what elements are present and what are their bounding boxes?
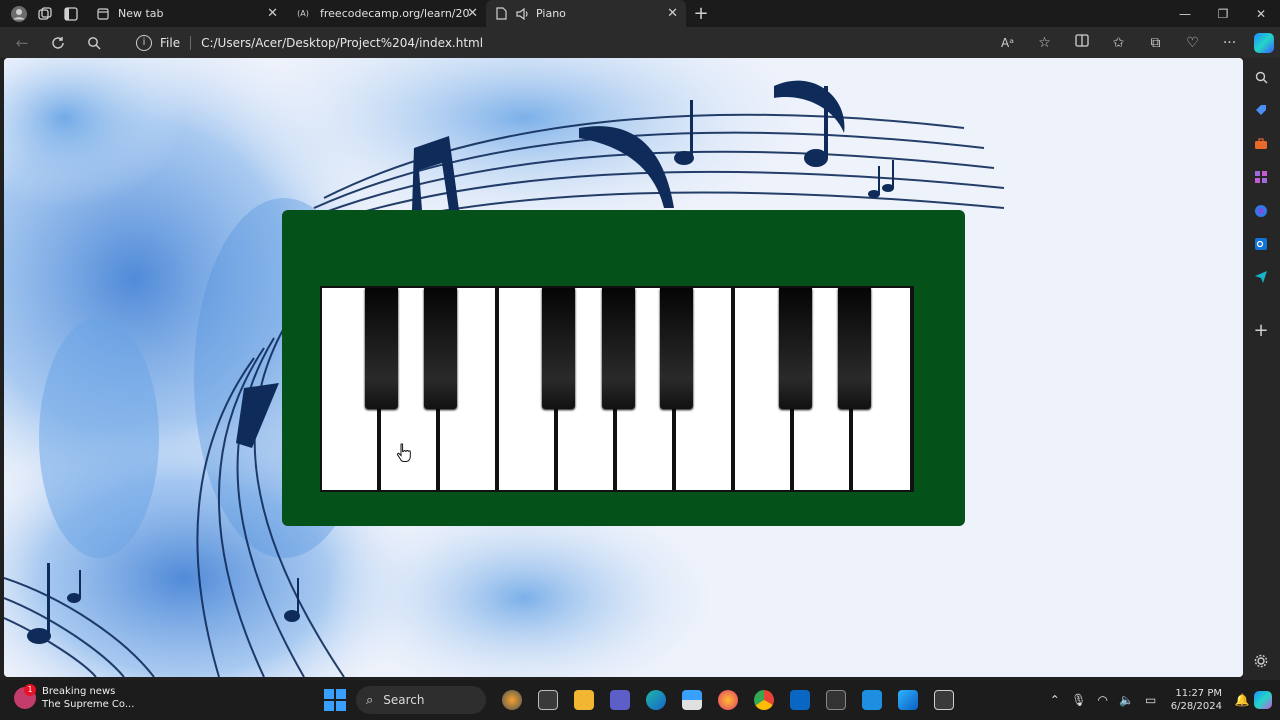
toolbar-actions: Aᵃ ☆ ✩ ⧉ ♡ ··· xyxy=(989,27,1274,58)
black-key[interactable] xyxy=(602,288,635,409)
black-key[interactable] xyxy=(424,288,457,409)
date: 6/28/2024 xyxy=(1170,701,1222,712)
news-title: Breaking news xyxy=(42,686,116,697)
add-icon[interactable]: + xyxy=(1252,320,1270,341)
taskbar: 1 Breaking news The Supreme Co... ⌕ Sear… xyxy=(0,680,1280,720)
microphone-icon[interactable]: 🎙 xyxy=(1067,693,1091,707)
linkedin-icon[interactable] xyxy=(782,685,818,715)
refresh-icon[interactable] xyxy=(40,27,76,58)
photos-icon[interactable] xyxy=(890,685,926,715)
back-icon[interactable]: ← xyxy=(4,27,40,58)
favorite-star-icon[interactable]: ☆ xyxy=(1026,35,1063,51)
new-tab-icon[interactable]: + xyxy=(686,3,716,24)
tools-briefcase-icon[interactable] xyxy=(1252,135,1270,153)
copilot-taskbar-icon[interactable] xyxy=(1254,691,1272,709)
tab-new-tab[interactable]: New tab ✕ xyxy=(88,0,286,27)
black-key[interactable] xyxy=(365,288,398,409)
browser-window: New tab ✕ (A) freecodecamp.org/learn/202… xyxy=(0,0,1280,720)
wifi-icon[interactable]: ◠ xyxy=(1091,693,1115,707)
news-subtitle: The Supreme Co... xyxy=(42,699,135,710)
taskbar-search[interactable]: ⌕ Search xyxy=(356,686,486,714)
page-viewport xyxy=(4,58,1243,677)
copilot-sidebar-icon[interactable] xyxy=(1252,202,1270,220)
black-key[interactable] xyxy=(660,288,693,409)
edge-browser-icon[interactable] xyxy=(638,685,674,715)
terminal-icon[interactable] xyxy=(818,685,854,715)
windows-start-icon[interactable] xyxy=(324,689,346,711)
search-icon: ⌕ xyxy=(366,692,374,708)
vscode-icon[interactable] xyxy=(854,685,890,715)
speaker-icon[interactable] xyxy=(516,7,530,21)
tab-label: New tab xyxy=(118,7,164,20)
store-icon[interactable] xyxy=(674,685,710,715)
freecodecamp-icon: (A) xyxy=(297,9,309,18)
hand-cursor-icon xyxy=(396,443,411,462)
address-bar[interactable]: i File C:/Users/Acer/Desktop/Project%204… xyxy=(124,30,994,55)
divider xyxy=(190,35,192,50)
firefox-icon[interactable] xyxy=(710,685,746,715)
time: 11:27 PM xyxy=(1175,688,1222,699)
task-view-icon[interactable] xyxy=(530,685,566,715)
restore-icon[interactable]: ❐ xyxy=(1204,0,1242,27)
search-icon[interactable] xyxy=(76,27,112,58)
search-icon[interactable] xyxy=(1252,68,1270,86)
system-tray: ⌃ 🎙 ◠ 🔈 ▭ 11:27 PM 6/28/2024 🔔 xyxy=(1043,680,1272,720)
outlook-icon[interactable] xyxy=(1252,235,1270,253)
edge-sidebar: + xyxy=(1243,58,1280,680)
snipping-tool-icon[interactable] xyxy=(926,685,962,715)
tab-actions-icon[interactable] xyxy=(58,1,84,27)
black-key[interactable] xyxy=(838,288,871,409)
url-text[interactable]: C:/Users/Acer/Desktop/Project%204/index.… xyxy=(201,36,483,50)
clock[interactable]: 11:27 PM 6/28/2024 xyxy=(1171,687,1222,713)
close-icon[interactable]: ✕ xyxy=(467,6,478,21)
file-explorer-icon[interactable] xyxy=(566,685,602,715)
file-icon xyxy=(494,7,508,21)
workspaces-icon[interactable] xyxy=(32,1,58,27)
copilot-icon[interactable] xyxy=(1254,32,1274,53)
notification-count: 1 xyxy=(24,684,36,696)
scheme-label: File xyxy=(160,35,181,50)
tab-label: freecodecamp.org/learn/2022/re xyxy=(320,7,470,20)
read-aloud-icon[interactable]: Aᵃ xyxy=(989,36,1026,50)
profile-avatar-icon[interactable] xyxy=(6,1,32,27)
tab-label: Piano xyxy=(536,7,566,20)
piano-case xyxy=(282,210,965,526)
shopping-tag-icon[interactable] xyxy=(1252,101,1270,119)
more-icon[interactable]: ··· xyxy=(1211,35,1248,51)
send-icon[interactable] xyxy=(1252,268,1270,286)
search-placeholder: Search xyxy=(383,693,425,707)
close-icon[interactable]: ✕ xyxy=(667,6,678,21)
black-key[interactable] xyxy=(779,288,812,409)
black-key[interactable] xyxy=(542,288,575,409)
settings-gear-icon[interactable] xyxy=(1252,652,1270,670)
window-controls: — ❐ ✕ xyxy=(1166,0,1280,27)
widgets-icon[interactable] xyxy=(494,685,530,715)
news-icon: 1 xyxy=(14,684,36,709)
toolbar: ← i File C:/Users/Acer/Desktop/Project%2… xyxy=(0,27,1280,58)
teams-icon[interactable] xyxy=(602,685,638,715)
volume-icon[interactable]: 🔈 xyxy=(1115,693,1139,707)
games-icon[interactable] xyxy=(1252,168,1270,186)
tab-freecodecamp[interactable]: (A) freecodecamp.org/learn/2022/re ✕ xyxy=(286,0,486,27)
info-icon[interactable]: i xyxy=(136,34,152,51)
tab-strip: New tab ✕ (A) freecodecamp.org/learn/202… xyxy=(0,0,1280,27)
battery-icon[interactable]: ▭ xyxy=(1139,693,1163,707)
chevron-up-icon[interactable]: ⌃ xyxy=(1043,693,1067,707)
favorites-icon[interactable]: ✩ xyxy=(1100,35,1137,51)
news-widget[interactable]: 1 Breaking news The Supreme Co... xyxy=(14,684,135,711)
collections-icon[interactable]: ⧉ xyxy=(1137,35,1174,51)
tab-piano[interactable]: Piano ✕ xyxy=(486,0,686,27)
chrome-icon[interactable] xyxy=(746,685,782,715)
window-close-icon[interactable]: ✕ xyxy=(1242,0,1280,27)
close-icon[interactable]: ✕ xyxy=(267,6,278,21)
taskbar-apps: ⌕ Search xyxy=(314,685,962,715)
minimize-icon[interactable]: — xyxy=(1166,0,1204,27)
browser-essentials-icon[interactable]: ♡ xyxy=(1174,35,1211,51)
split-screen-icon[interactable] xyxy=(1063,34,1100,51)
tab-page-icon xyxy=(96,7,110,21)
notification-bell-icon[interactable]: 🔔 xyxy=(1230,693,1254,707)
